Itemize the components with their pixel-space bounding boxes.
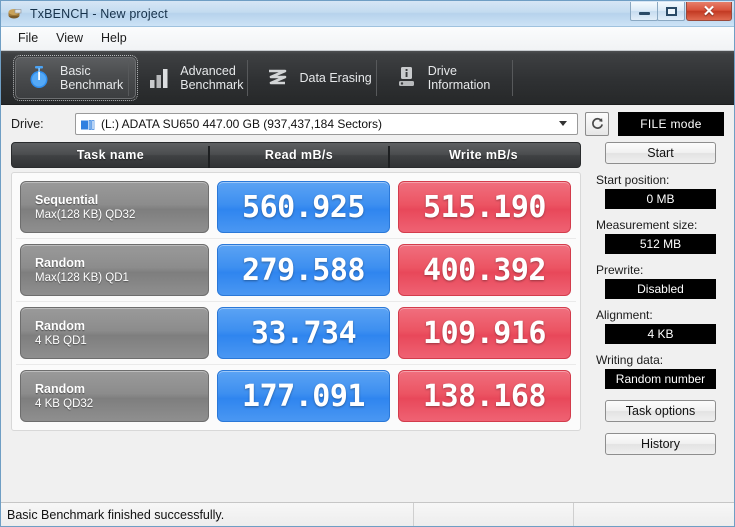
maximize-button[interactable] bbox=[657, 2, 685, 21]
task-cell[interactable]: Random Max(128 KB) QD1 bbox=[20, 244, 209, 296]
close-button[interactable]: ✕ bbox=[686, 2, 732, 21]
write-value: 515.190 bbox=[398, 181, 571, 233]
write-value: 109.916 bbox=[398, 307, 571, 359]
file-mode-badge[interactable]: FILE mode bbox=[618, 111, 724, 136]
menu-item-file[interactable]: File bbox=[9, 29, 47, 48]
refresh-icon bbox=[591, 117, 603, 129]
main-content: Task name Read mB/s Write mB/s Sequentia… bbox=[1, 142, 734, 482]
tab-label: Data Erasing bbox=[299, 70, 372, 85]
task-name-line2: 4 KB QD32 bbox=[35, 397, 94, 410]
status-pane-2 bbox=[414, 503, 574, 526]
results-header: Task name Read mB/s Write mB/s bbox=[11, 142, 581, 168]
read-value: 560.925 bbox=[217, 181, 390, 233]
eraser-wave-icon bbox=[265, 64, 291, 92]
read-value: 177.091 bbox=[217, 370, 390, 422]
menu-item-help[interactable]: Help bbox=[92, 29, 136, 48]
drive-row: Drive: (L:) ADATA SU650 447.00 GB (937,4… bbox=[1, 105, 734, 142]
app-icon bbox=[7, 6, 23, 22]
start-position-label: Start position: bbox=[596, 173, 670, 187]
write-value: 400.392 bbox=[398, 244, 571, 296]
measurement-size-label: Measurement size: bbox=[596, 218, 698, 232]
status-message: Basic Benchmark finished successfully. bbox=[1, 503, 414, 526]
results-rows: Sequential Max(128 KB) QD32 560.925 515.… bbox=[11, 172, 581, 431]
task-cell[interactable]: Random 4 KB QD1 bbox=[20, 307, 209, 359]
table-row: Random 4 KB QD1 33.734 109.916 bbox=[16, 302, 576, 365]
chevron-down-icon bbox=[559, 121, 567, 126]
drive-select-value: (L:) ADATA SU650 447.00 GB (937,437,184 … bbox=[101, 116, 383, 131]
tab-label: Advanced Benchmark bbox=[180, 63, 244, 92]
tab-basic-benchmark[interactable]: Basic Benchmark bbox=[12, 54, 139, 101]
column-header-read: Read mB/s bbox=[208, 146, 389, 168]
start-button[interactable]: Start bbox=[605, 142, 716, 164]
task-name-line2: Max(128 KB) QD32 bbox=[35, 208, 136, 221]
alignment-label: Alignment: bbox=[596, 308, 653, 322]
status-bar: Basic Benchmark finished successfully. bbox=[1, 502, 734, 526]
menu-item-view[interactable]: View bbox=[47, 29, 92, 48]
results-panel: Task name Read mB/s Write mB/s Sequentia… bbox=[11, 142, 581, 482]
alignment-value[interactable]: 4 KB bbox=[605, 324, 716, 344]
prewrite-value[interactable]: Disabled bbox=[605, 279, 716, 299]
tab-label: Basic Benchmark bbox=[60, 63, 124, 92]
tab-label: Drive Information bbox=[427, 63, 491, 92]
maximize-icon bbox=[665, 6, 677, 16]
refresh-button[interactable] bbox=[585, 111, 609, 136]
drive-select[interactable]: (L:) ADATA SU650 447.00 GB (937,437,184 … bbox=[75, 112, 578, 135]
task-name-line1: Random bbox=[35, 381, 85, 396]
drive-label: Drive: bbox=[11, 116, 44, 131]
tab-data-erasing[interactable]: Data Erasing bbox=[247, 57, 383, 99]
table-row: Sequential Max(128 KB) QD32 560.925 515.… bbox=[16, 176, 576, 239]
task-cell[interactable]: Random 4 KB QD32 bbox=[20, 370, 209, 422]
start-position-value[interactable]: 0 MB bbox=[605, 189, 716, 209]
menu-bar: File View Help bbox=[1, 27, 734, 51]
title-bar: TxBENCH - New project ✕ bbox=[1, 1, 734, 27]
column-header-write: Write mB/s bbox=[388, 146, 578, 168]
read-value: 33.734 bbox=[217, 307, 390, 359]
task-cell[interactable]: Sequential Max(128 KB) QD32 bbox=[20, 181, 209, 233]
status-pane-3 bbox=[574, 503, 734, 526]
task-name-line1: Random bbox=[35, 318, 85, 333]
tab-drive-information[interactable]: Drive Information bbox=[375, 57, 503, 99]
minimize-button[interactable] bbox=[630, 2, 658, 21]
task-name-line1: Sequential bbox=[35, 192, 99, 207]
task-options-button[interactable]: Task options bbox=[605, 400, 716, 422]
txbench-window: TxBENCH - New project ✕ File View Help B… bbox=[0, 0, 735, 527]
tab-advanced-benchmark[interactable]: Advanced Benchmark bbox=[128, 57, 255, 99]
table-row: Random 4 KB QD32 177.091 138.168 bbox=[16, 365, 576, 427]
history-button[interactable]: History bbox=[605, 433, 716, 455]
task-name-line2: Max(128 KB) QD1 bbox=[35, 271, 129, 284]
prewrite-label: Prewrite: bbox=[596, 263, 644, 277]
task-name-line2: 4 KB QD1 bbox=[35, 334, 87, 347]
window-controls: ✕ bbox=[630, 2, 732, 21]
close-icon: ✕ bbox=[702, 2, 716, 20]
settings-sidebar: Start Start position: 0 MB Measurement s… bbox=[593, 142, 728, 482]
bar-chart-icon bbox=[146, 64, 172, 92]
read-value: 279.588 bbox=[217, 244, 390, 296]
tab-divider bbox=[512, 59, 514, 96]
tab-strip: Basic Benchmark Advanced Benchmark Data … bbox=[1, 51, 734, 105]
minimize-icon bbox=[638, 12, 650, 15]
writing-data-value[interactable]: Random number bbox=[605, 369, 716, 389]
column-header-task-name: Task name bbox=[76, 148, 145, 162]
writing-data-label: Writing data: bbox=[596, 353, 664, 367]
stopwatch-icon bbox=[26, 64, 52, 92]
write-value: 138.168 bbox=[398, 370, 571, 422]
table-row: Random Max(128 KB) QD1 279.588 400.392 bbox=[16, 239, 576, 302]
hard-drive-icon bbox=[81, 118, 95, 130]
task-name-line1: Random bbox=[35, 255, 85, 270]
drive-info-icon bbox=[394, 64, 420, 92]
measurement-size-value[interactable]: 512 MB bbox=[605, 234, 716, 254]
window-title: TxBENCH - New project bbox=[30, 6, 168, 21]
